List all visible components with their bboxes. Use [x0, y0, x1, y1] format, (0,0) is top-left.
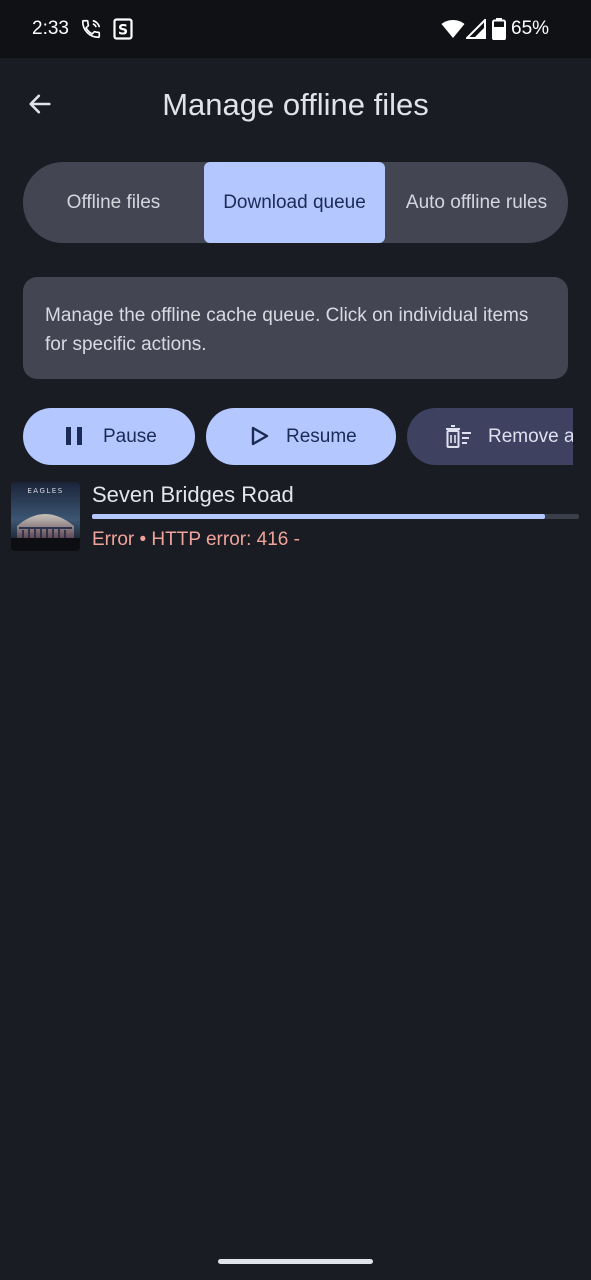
- tab-offline-files[interactable]: Offline files: [23, 162, 204, 243]
- page-title: Manage offline files: [162, 87, 429, 122]
- tab-label: Auto offline rules: [405, 191, 548, 213]
- pause-icon: [63, 425, 85, 453]
- tab-download-queue[interactable]: Download queue: [204, 162, 385, 243]
- pause-button[interactable]: Pause: [23, 408, 195, 465]
- resume-label: Resume: [286, 426, 357, 447]
- svg-text:S: S: [118, 23, 128, 39]
- battery-icon: [492, 18, 506, 45]
- track-title: Seven Bridges Road: [92, 482, 294, 507]
- album-art: EAGLES: [11, 482, 80, 551]
- gesture-nav-handle[interactable]: [218, 1259, 373, 1264]
- download-progress-fill: [92, 514, 545, 519]
- album-art-text: EAGLES: [27, 487, 63, 495]
- clear-all-icon: [443, 425, 473, 455]
- tab-label: Offline files: [66, 191, 161, 213]
- wifi-icon: [441, 19, 465, 44]
- status-time: 2:33: [32, 18, 69, 39]
- queue-item[interactable]: EAGLES Seven Bridges Road Error • HTTP e…: [0, 478, 591, 553]
- signal-icon: [464, 17, 486, 44]
- info-card: Manage the offline cache queue. Click on…: [23, 277, 568, 379]
- battery-percentage: 65%: [511, 18, 550, 39]
- tab-label: Download queue: [223, 191, 366, 213]
- status-bar: 2:33 S 65%: [0, 0, 591, 58]
- remove-label: Remove a: [488, 426, 573, 447]
- track-status: Error • HTTP error: 416 -: [92, 529, 300, 550]
- download-progress: [92, 514, 579, 519]
- info-text: Manage the offline cache queue. Click on…: [45, 305, 529, 355]
- play-icon: [248, 425, 270, 453]
- app-bar: Manage offline files: [0, 58, 591, 153]
- pause-label: Pause: [103, 426, 157, 447]
- action-chips: Pause Resume Remove a: [23, 408, 573, 465]
- remove-all-button[interactable]: Remove a: [407, 408, 573, 465]
- resume-button[interactable]: Resume: [206, 408, 396, 465]
- call-forward-icon: [80, 18, 102, 45]
- segmented-tabs: Offline files Download queue Auto offlin…: [23, 162, 568, 243]
- tab-auto-offline-rules[interactable]: Auto offline rules: [385, 162, 568, 243]
- s-notification-icon: S: [113, 18, 133, 45]
